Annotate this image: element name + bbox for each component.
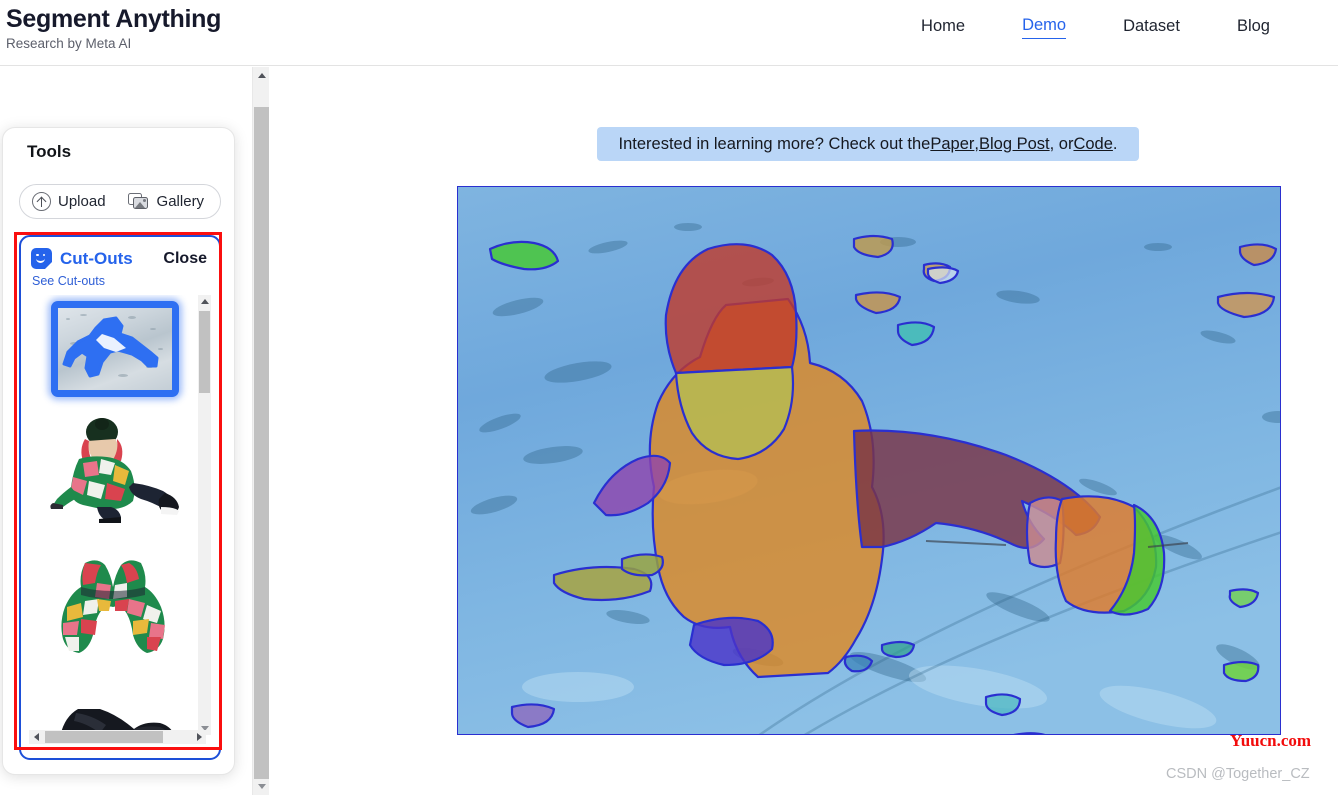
nav-item-dataset[interactable]: Dataset xyxy=(1123,14,1180,39)
gallery-images-icon xyxy=(127,193,150,210)
selected-thumbnail-frame xyxy=(51,301,179,397)
scroll-down-arrow-icon[interactable] xyxy=(253,778,270,795)
watermark-primary: Yuucn.com xyxy=(1230,731,1312,750)
tools-panel: Tools Upload Gallery Cut-Outs Close See … xyxy=(2,127,235,775)
upload-arrow-circle-icon xyxy=(32,192,51,211)
selected-thumbnail-image xyxy=(58,308,172,390)
upload-button-label: Upload xyxy=(58,193,106,210)
info-banner-intro: Interested in learning more? Check out t… xyxy=(618,134,931,153)
cutouts-title: Cut-Outs xyxy=(60,248,133,268)
page-subtitle: Research by Meta AI xyxy=(6,36,132,51)
info-banner-end: . xyxy=(1112,134,1118,153)
page-header: Segment Anything Research by Meta AI Hom… xyxy=(0,0,1338,66)
cutouts-vertical-scrollbar[interactable] xyxy=(198,295,211,735)
upload-button[interactable]: Upload xyxy=(32,192,106,211)
child-in-camo-jacket-cutout xyxy=(50,418,179,523)
page-scrollbar-thumb[interactable] xyxy=(254,107,269,779)
cutouts-thumbnail-list[interactable] xyxy=(29,295,201,735)
cutouts-scroll-up-arrow-icon[interactable] xyxy=(198,295,211,308)
camo-jacket-cutout xyxy=(61,560,165,653)
blog-post-link[interactable]: Blog Post xyxy=(979,135,1050,154)
info-banner: Interested in learning more? Check out t… xyxy=(597,127,1139,161)
page-title: Segment Anything xyxy=(6,5,222,33)
thumbnail-blue-mask-overlay xyxy=(62,316,159,378)
cutout-thumbnail-pants-boots[interactable] xyxy=(29,683,201,735)
tools-panel-title: Tools xyxy=(27,142,72,161)
main-nav: Home Demo Dataset Blog P xyxy=(921,13,1338,39)
cutouts-panel: Cut-Outs Close See Cut-outs xyxy=(19,235,221,760)
nav-item-home[interactable]: Home xyxy=(921,14,965,39)
nav-item-demo[interactable]: Demo xyxy=(1022,13,1067,39)
paper-link[interactable]: Paper xyxy=(930,135,974,154)
page-scrollbar[interactable] xyxy=(252,67,269,795)
cutouts-close-button[interactable]: Close xyxy=(163,250,207,268)
see-cutouts-link[interactable]: See Cut-outs xyxy=(32,274,105,288)
cutouts-horizontal-scrollbar-thumb[interactable] xyxy=(45,731,163,743)
cutouts-vertical-scrollbar-thumb[interactable] xyxy=(199,311,210,393)
cutouts-scroll-left-arrow-icon[interactable] xyxy=(29,730,43,744)
cutout-thumbnail-child[interactable] xyxy=(29,403,201,543)
cutouts-header: Cut-Outs Close xyxy=(31,248,213,269)
upload-gallery-group: Upload Gallery xyxy=(19,184,221,219)
segmented-photo-canvas[interactable] xyxy=(457,186,1281,735)
info-banner-sep2: , or xyxy=(1049,134,1074,153)
cutout-thumbnail-jacket[interactable] xyxy=(29,543,201,683)
scroll-up-arrow-icon[interactable] xyxy=(253,67,270,84)
watermark-secondary: CSDN @Together_CZ xyxy=(1166,766,1310,782)
cutouts-horizontal-scrollbar-track[interactable] xyxy=(43,730,192,744)
cutouts-horizontal-scrollbar[interactable] xyxy=(29,730,206,744)
cutouts-scroll-right-arrow-icon[interactable] xyxy=(192,730,206,744)
cutouts-sticker-face-icon xyxy=(31,248,52,269)
code-link[interactable]: Code xyxy=(1073,135,1112,154)
gallery-button-label: Gallery xyxy=(156,193,205,210)
gallery-button[interactable]: Gallery xyxy=(127,193,205,210)
cutout-thumbnail-snow-scene[interactable] xyxy=(29,295,201,403)
segmentation-overlay xyxy=(458,187,1280,734)
nav-item-blog[interactable]: Blog xyxy=(1237,14,1270,39)
brand: Segment Anything Research by Meta AI xyxy=(6,4,221,53)
